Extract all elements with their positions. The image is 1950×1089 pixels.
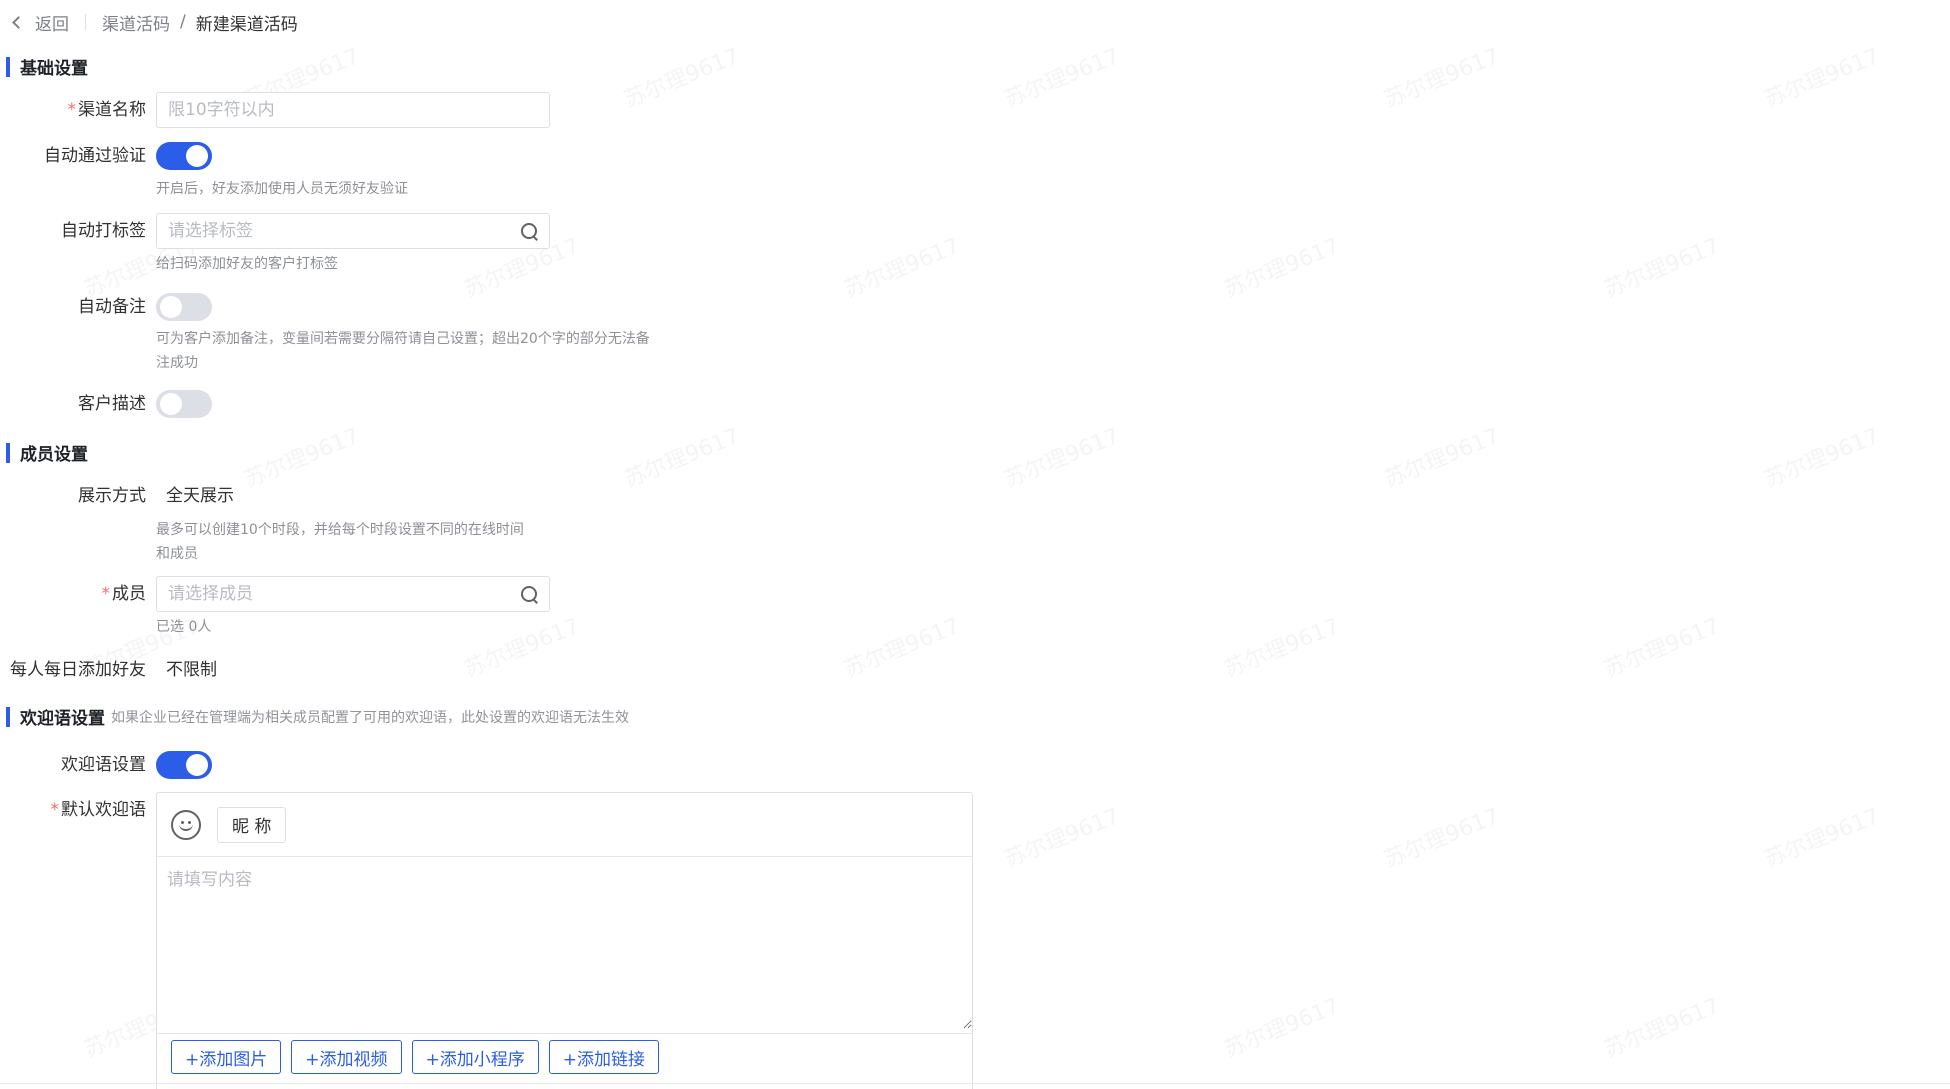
required-mark: *	[50, 800, 60, 820]
editor-actions: +添加图片 +添加视频 +添加小程序 +添加链接	[157, 1033, 972, 1074]
insert-nickname-button[interactable]: 昵 称	[217, 806, 287, 843]
section-marker	[6, 56, 10, 77]
auto-tag-input[interactable]	[156, 213, 550, 249]
display-mode-hint-line: 和成员	[156, 546, 198, 562]
auto-remark-switch[interactable]	[156, 293, 212, 321]
section-welcome-settings: 欢迎语设置 如果企业已经在管理端为相关成员配置了可用的欢迎语，此处设置的欢迎语无…	[6, 704, 629, 729]
customer-desc-switch[interactable]	[156, 390, 212, 418]
back-label: 返回	[35, 14, 69, 35]
member-selected-count: 已选 0人	[156, 619, 212, 635]
section-title: 基础设置	[20, 59, 88, 79]
auto-verify-hint: 开启后，好友添加使用人员无须好友验证	[156, 181, 408, 197]
welcome-switch[interactable]	[156, 751, 212, 779]
add-link-button[interactable]: +添加链接	[548, 1040, 659, 1074]
auto-remark-label: 自动备注	[78, 297, 146, 317]
display-mode-label: 展示方式	[78, 486, 146, 506]
auto-tag-hint: 给扫码添加好友的客户打标签	[156, 256, 338, 272]
chevron-left-icon	[12, 15, 25, 29]
channel-name-label: * 渠道名称	[67, 100, 147, 120]
emoji-icon[interactable]	[171, 809, 201, 840]
section-member-settings: 成员设置	[6, 440, 88, 465]
add-miniprogram-button[interactable]: +添加小程序	[411, 1040, 539, 1074]
breadcrumb: 返回 渠道活码 / 新建渠道活码	[8, 8, 298, 36]
daily-limit-label: 每人每日添加好友	[10, 660, 146, 680]
display-mode-hint-line: 最多可以创建10个时段，并给每个时段设置不同的在线时间	[156, 522, 524, 538]
section-marker	[6, 442, 10, 463]
section-basic-settings: 基础设置	[6, 54, 88, 79]
display-mode-value: 全天展示	[166, 486, 234, 506]
section-note: 如果企业已经在管理端为相关成员配置了可用的欢迎语，此处设置的欢迎语无法生效	[111, 709, 629, 726]
default-welcome-label: * 默认欢迎语	[50, 800, 147, 820]
switch-knob	[186, 145, 208, 167]
member-input[interactable]	[156, 576, 550, 612]
required-mark: *	[67, 100, 77, 120]
add-image-button[interactable]: +添加图片	[171, 1040, 282, 1074]
breadcrumb-separator: /	[180, 12, 186, 32]
welcome-content-textarea[interactable]	[157, 857, 972, 1029]
search-icon[interactable]	[520, 585, 538, 603]
welcome-toggle-label: 欢迎语设置	[61, 755, 146, 775]
section-marker	[6, 706, 10, 727]
switch-knob	[160, 296, 182, 318]
auto-remark-hint-line: 注成功	[156, 355, 198, 371]
auto-verify-switch[interactable]	[156, 142, 212, 170]
auto-remark-hint-line: 可为客户添加备注，变量间若需要分隔符请自己设置；超出20个字的部分无法备	[156, 331, 650, 347]
section-title: 成员设置	[20, 445, 88, 465]
breadcrumb-current: 新建渠道活码	[195, 14, 298, 35]
switch-knob	[160, 393, 182, 415]
auto-verify-label: 自动通过验证	[44, 146, 146, 166]
add-video-button[interactable]: +添加视频	[291, 1040, 402, 1074]
daily-limit-value: 不限制	[166, 660, 217, 680]
channel-name-input[interactable]	[156, 92, 550, 128]
breadcrumb-parent[interactable]: 渠道活码	[102, 10, 170, 35]
new-channel-code-page: 返回 渠道活码 / 新建渠道活码 基础设置 *渠道名称 自动通过验证 开启后，好…	[0, 0, 1950, 1089]
required-mark: *	[101, 584, 111, 604]
breadcrumb-divider	[85, 14, 86, 30]
emoji-mouth	[179, 823, 193, 831]
search-icon[interactable]	[520, 222, 538, 240]
welcome-editor: 昵 称 +添加图片 +添加视频 +添加小程序 +添加链接	[156, 792, 973, 1089]
auto-remark-hint: 可为客户添加备注，变量间若需要分隔符请自己设置；超出20个字的部分无法备 注成功	[156, 327, 650, 375]
auto-tag-label: 自动打标签	[61, 221, 146, 241]
display-mode-hint: 最多可以创建10个时段，并给每个时段设置不同的在线时间 和成员	[156, 518, 524, 566]
section-title: 欢迎语设置	[20, 709, 105, 729]
back-button[interactable]: 返回	[8, 10, 69, 35]
switch-knob	[186, 754, 208, 776]
member-label: * 成员	[101, 584, 147, 604]
customer-desc-label: 客户描述	[78, 394, 146, 414]
editor-toolbar: 昵 称	[157, 793, 972, 857]
bottom-divider	[0, 1083, 1950, 1084]
